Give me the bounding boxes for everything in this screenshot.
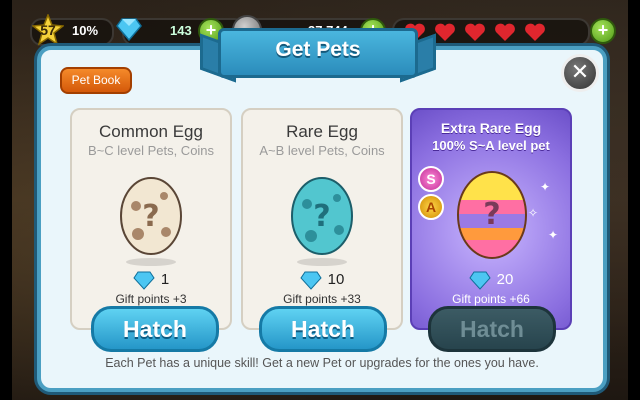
hatch-common-button[interactable]: Hatch [91,306,219,352]
diamond-icon [469,271,491,290]
close-button[interactable]: ✕ [561,54,599,92]
gem-count: 143 [170,23,192,38]
rare-egg-icon: ? [291,177,353,255]
hatch-rare-button[interactable]: Hatch [259,306,387,352]
common-egg-icon: ? [120,177,182,255]
cost-value: 20 [496,270,514,288]
heart-icon [495,23,515,41]
grade-badge-a: A [418,194,444,220]
pet-book-button[interactable]: Pet Book [60,67,132,94]
egg-cost: 10 [243,270,401,290]
card-title: Common Egg [99,122,203,141]
title-ribbon: Get Pets [200,28,436,83]
egg-cost: 20 [412,270,570,290]
hatch-extra-rare-button[interactable]: Hatch [428,306,556,352]
svg-text:?: ? [313,199,330,234]
card-subtitle: B~C level Pets, Coins [87,143,215,158]
letterbox-right [628,0,640,400]
svg-text:?: ? [142,199,159,234]
heart-icon [435,23,455,41]
grade-badge-s: S [418,166,444,192]
add-hearts-button[interactable]: + [590,18,616,44]
egg-card-common: Common Egg B~C level Pets, Coins ? 1 Gif… [70,108,232,330]
egg-card-rare: Rare Egg A~B level Pets, Coins ? 10 Gift… [241,108,403,330]
card-subtitle: 100% S~A level pet [432,138,550,153]
card-subtitle: A~B level Pets, Coins [259,143,385,158]
gift-points: Gift points +66 [452,292,530,306]
svg-text:?: ? [483,197,500,232]
dialog-footer-text: Each Pet has a unique skill! Get a new P… [105,356,539,370]
gift-points: Gift points +33 [283,292,361,306]
egg-cost: 1 [72,270,230,290]
cost-value: 10 [327,270,345,288]
dialog-title: Get Pets [275,38,361,61]
card-title: Rare Egg [286,122,358,141]
cost-value: 1 [160,270,170,288]
gift-points: Gift points +3 [115,292,187,306]
level-number: 57 [40,22,56,38]
level-progress: 10% [72,23,99,38]
diamond-icon [133,271,155,290]
sparkle-icon: ✦ [548,228,559,242]
sparkle-icon: ✦ [540,180,551,194]
diamond-icon [116,18,142,42]
egg-card-extra-rare: Extra Rare Egg 100% S~A level pet S A ✦ … [410,108,572,330]
diamond-icon [300,271,322,290]
heart-icon [525,23,545,41]
extra-rare-egg-icon: ? [457,171,527,259]
card-title: Extra Rare Egg [440,120,542,136]
letterbox-left [0,0,12,400]
heart-icon [465,23,485,41]
